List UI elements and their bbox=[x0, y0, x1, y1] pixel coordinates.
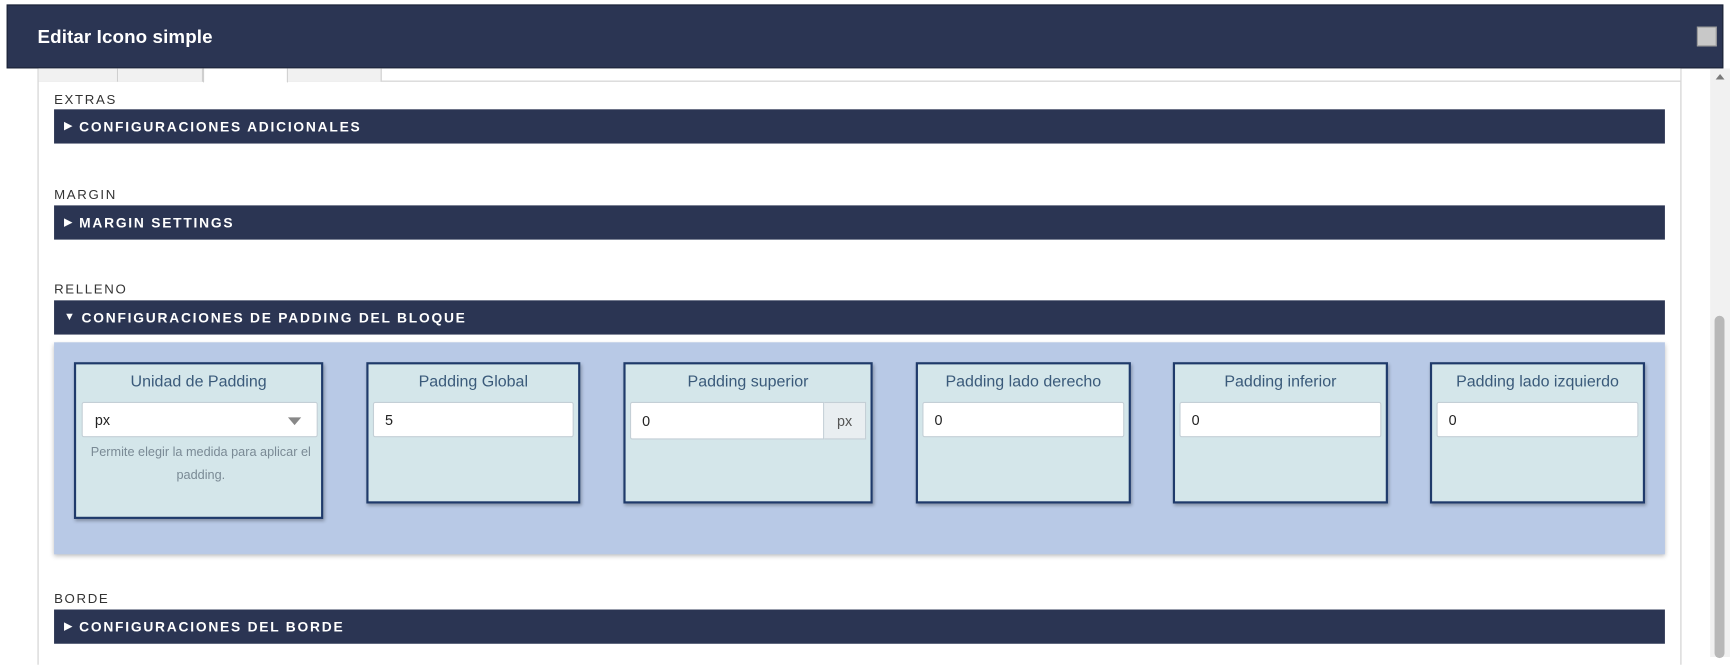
padding-unit-value: px bbox=[94, 411, 111, 428]
scrollbar-thumb[interactable] bbox=[1714, 315, 1725, 659]
modal-title: Editar Icono simple bbox=[37, 26, 213, 48]
padding-top-input[interactable]: 0 bbox=[629, 401, 825, 440]
scroll-up-icon[interactable] bbox=[1715, 73, 1725, 80]
modal-header: Editar Icono simple bbox=[6, 4, 1724, 69]
caret-right-icon: ▶ bbox=[63, 620, 73, 633]
tab-4[interactable] bbox=[287, 68, 382, 82]
padding-right-input[interactable]: 0 bbox=[922, 401, 1125, 438]
accordion-extras[interactable]: ▶ CONFIGURACIONES ADICIONALES bbox=[54, 109, 1665, 144]
tab-3[interactable] bbox=[203, 68, 288, 83]
padding-unit-card: Unidad de Padding px Permite elegir la m… bbox=[73, 362, 324, 519]
caret-right-icon: ▶ bbox=[63, 216, 73, 229]
caret-right-icon: ▶ bbox=[63, 120, 73, 133]
padding-left-card: Padding lado izquierdo 0 bbox=[1429, 362, 1646, 504]
padding-top-unit-addon: px bbox=[824, 401, 867, 440]
accordion-title: CONFIGURACIONES DE PADDING DEL BLOQUE bbox=[81, 309, 467, 326]
padding-settings-panel: Unidad de Padding px Permite elegir la m… bbox=[54, 342, 1665, 555]
caret-down-icon: ▼ bbox=[63, 311, 75, 324]
section-label-relleno: RELLENO bbox=[54, 281, 128, 298]
padding-unit-select[interactable]: px bbox=[81, 401, 318, 438]
tab-strip bbox=[38, 68, 1681, 83]
padding-global-card: Padding Global 5 bbox=[366, 362, 581, 504]
section-label-margin: MARGIN bbox=[54, 186, 117, 203]
chevron-down-icon bbox=[287, 417, 302, 426]
section-label-borde: BORDE bbox=[54, 590, 110, 607]
padding-top-card: Padding superior 0 px bbox=[623, 362, 873, 504]
padding-unit-label: Unidad de Padding bbox=[130, 373, 267, 391]
padding-top-label: Padding superior bbox=[687, 373, 809, 391]
padding-bottom-label: Padding inferior bbox=[1224, 373, 1337, 391]
accordion-title: MARGIN SETTINGS bbox=[79, 214, 235, 231]
padding-global-input[interactable]: 5 bbox=[372, 401, 574, 438]
padding-unit-help: Permite elegir la medida para aplicar el… bbox=[90, 446, 311, 483]
close-icon[interactable] bbox=[1696, 26, 1717, 47]
padding-left-input[interactable]: 0 bbox=[1436, 401, 1639, 438]
padding-left-label: Padding lado izquierdo bbox=[1456, 373, 1619, 391]
padding-bottom-card: Padding inferior 0 bbox=[1172, 362, 1388, 504]
accordion-title: CONFIGURACIONES DEL BORDE bbox=[79, 618, 345, 635]
tab-1[interactable] bbox=[38, 68, 119, 82]
accordion-title: CONFIGURACIONES ADICIONALES bbox=[79, 118, 362, 135]
accordion-margin[interactable]: ▶ MARGIN SETTINGS bbox=[54, 205, 1665, 240]
tab-2[interactable] bbox=[118, 68, 204, 82]
accordion-padding[interactable]: ▼ CONFIGURACIONES DE PADDING DEL BLOQUE bbox=[54, 300, 1665, 335]
padding-bottom-input[interactable]: 0 bbox=[1179, 401, 1382, 438]
padding-right-card: Padding lado derecho 0 bbox=[915, 362, 1131, 504]
section-label-extras: EXTRAS bbox=[54, 91, 117, 108]
padding-right-label: Padding lado derecho bbox=[945, 373, 1102, 391]
vertical-scrollbar[interactable] bbox=[1710, 68, 1730, 659]
padding-global-label: Padding Global bbox=[418, 373, 529, 391]
accordion-border[interactable]: ▶ CONFIGURACIONES DEL BORDE bbox=[54, 609, 1665, 644]
